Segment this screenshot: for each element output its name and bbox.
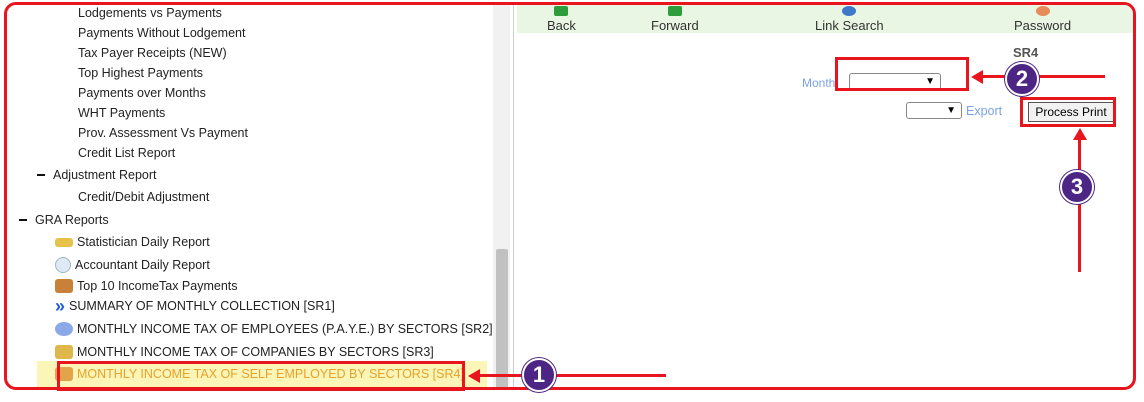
- report-label: MONTHLY INCOME TAX OF COMPANIES BY SECTO…: [77, 345, 434, 359]
- tree-item-prov-assessment-vs-payment[interactable]: Prov. Assessment Vs Payment: [78, 126, 248, 140]
- tree-section-label: Adjustment Report: [53, 168, 157, 182]
- tree-section-gra-reports[interactable]: GRA Reports: [19, 213, 109, 227]
- month-label: Month: [802, 76, 836, 90]
- export-link[interactable]: Export: [966, 104, 1002, 118]
- report-tree-panel: Lodgements vs Payments Payments Without …: [7, 5, 513, 387]
- tree-report-accountant-daily[interactable]: Accountant Daily Report: [55, 257, 210, 273]
- link-search-label: Link Search: [815, 18, 884, 33]
- report-label: Top 10 IncomeTax Payments: [77, 279, 238, 293]
- tree-report-statistician-daily[interactable]: Statistician Daily Report: [55, 235, 210, 249]
- tree-scrollbar-thumb[interactable]: [496, 249, 508, 387]
- tree-report-top10-incometax[interactable]: Top 10 IncomeTax Payments: [55, 279, 238, 293]
- forward-button[interactable]: Forward: [651, 6, 699, 33]
- tree-item-tax-payer-receipts[interactable]: Tax Payer Receipts (NEW): [78, 46, 227, 60]
- globe-icon: [842, 6, 857, 16]
- tree-section-label: GRA Reports: [35, 213, 109, 227]
- back-arrow-icon: [554, 6, 569, 16]
- tree-item-payments-over-months[interactable]: Payments over Months: [78, 86, 206, 100]
- disc-icon: [55, 322, 73, 336]
- password-label: Password: [1014, 18, 1072, 33]
- report-label: MONTHLY INCOME TAX OF EMPLOYEES (P.A.Y.E…: [77, 322, 493, 336]
- report-code: SR4: [1013, 45, 1039, 60]
- tree-item-lodgements-vs-payments[interactable]: Lodgements vs Payments: [78, 6, 222, 20]
- key-icon: [1035, 6, 1050, 16]
- link-search-button[interactable]: Link Search: [815, 6, 884, 33]
- back-label: Back: [547, 18, 576, 33]
- people-icon: [55, 279, 73, 293]
- tree-item-credit-list-report[interactable]: Credit List Report: [78, 146, 175, 160]
- tree-item-payments-without-lodgement[interactable]: Payments Without Lodgement: [78, 26, 245, 40]
- forward-label: Forward: [651, 18, 699, 33]
- report-label: SUMMARY OF MONTHLY COLLECTION [SR1]: [69, 299, 335, 313]
- tree-item-wht-payments[interactable]: WHT Payments: [78, 106, 165, 120]
- report-label: Statistician Daily Report: [77, 235, 210, 249]
- accountant-report-icon: [55, 257, 71, 273]
- report-label: Accountant Daily Report: [75, 258, 210, 272]
- forward-arrow-icon: [667, 6, 682, 16]
- group-icon: [55, 345, 73, 359]
- chevron-down-icon: ▼: [946, 105, 956, 116]
- collapse-icon[interactable]: [19, 218, 27, 221]
- callout-arrow-3: [1078, 138, 1081, 272]
- callout-box-sr4: [57, 361, 465, 391]
- callout-badge-2: 2: [1005, 62, 1039, 96]
- tree-report-sr1[interactable]: » SUMMARY OF MONTHLY COLLECTION [SR1]: [55, 296, 335, 316]
- callout-box-month: [835, 57, 969, 91]
- toolbar: Back Forward Link Search Password: [517, 5, 1133, 33]
- back-button[interactable]: Back: [547, 6, 576, 33]
- tree-item-credit-debit-adjustment[interactable]: Credit/Debit Adjustment: [78, 190, 209, 204]
- callout-arrow-2: [981, 75, 1105, 78]
- tree-item-top-highest-payments[interactable]: Top Highest Payments: [78, 66, 203, 80]
- callout-badge-1: 1: [522, 358, 556, 392]
- double-chevron-right-icon: »: [55, 296, 66, 316]
- callout-box-process-print: [1020, 97, 1116, 127]
- report-panel: Back Forward Link Search Password SR4 Mo…: [514, 5, 1133, 387]
- statistician-report-icon: [55, 237, 73, 247]
- callout-arrow-1: [478, 374, 666, 377]
- password-button[interactable]: Password: [1014, 6, 1071, 33]
- export-format-select[interactable]: ▼: [906, 102, 962, 119]
- collapse-icon[interactable]: [37, 173, 45, 176]
- tree-report-sr2[interactable]: MONTHLY INCOME TAX OF EMPLOYEES (P.A.Y.E…: [55, 322, 493, 336]
- tree-section-adjustment-report[interactable]: Adjustment Report: [37, 168, 157, 182]
- tree-report-sr3[interactable]: MONTHLY INCOME TAX OF COMPANIES BY SECTO…: [55, 345, 434, 359]
- callout-badge-3: 3: [1060, 170, 1094, 204]
